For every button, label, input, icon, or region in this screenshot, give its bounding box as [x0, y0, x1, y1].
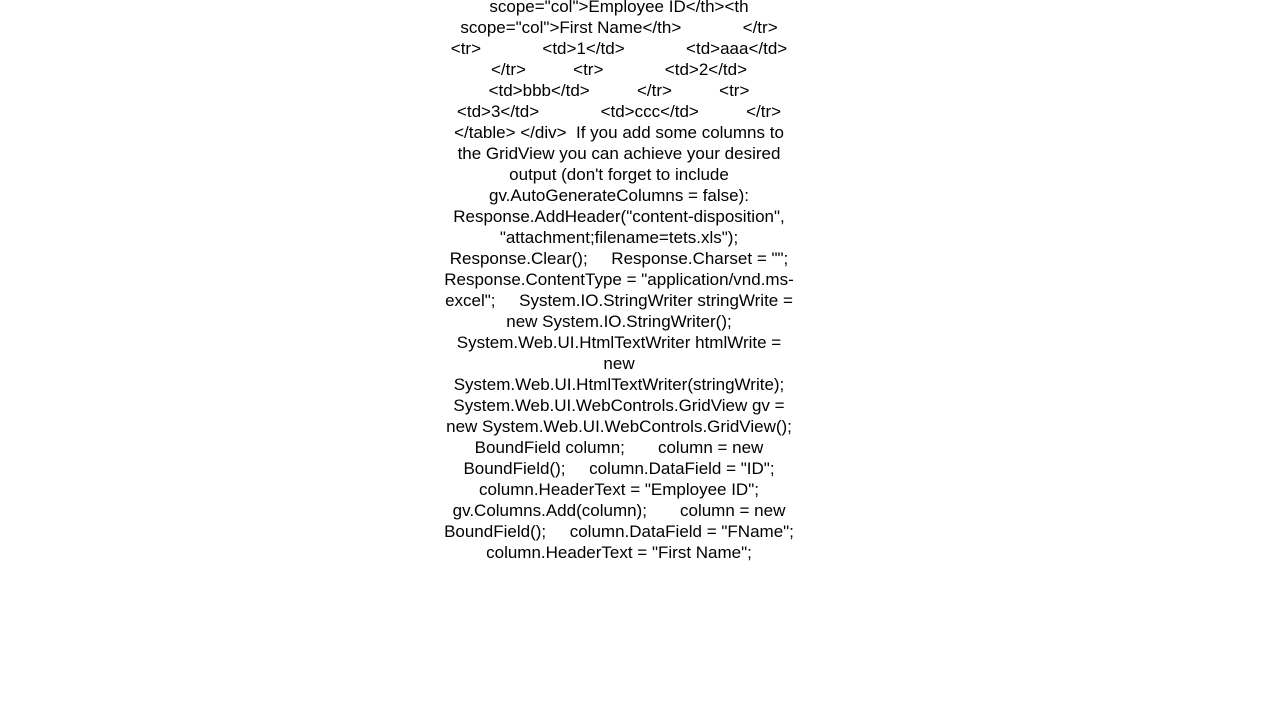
- page-viewport: scope="col">Employee ID</th><th scope="c…: [0, 0, 1280, 720]
- article-body-text: scope="col">Employee ID</th><th scope="c…: [443, 0, 795, 563]
